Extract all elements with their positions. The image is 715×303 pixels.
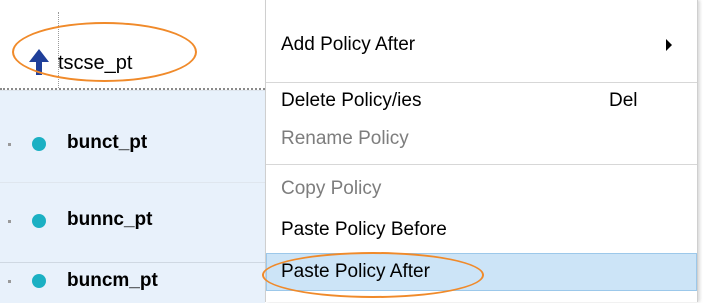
- menu-item-label: Paste Policy Before: [281, 219, 447, 240]
- menu-item-label: Rename Policy: [281, 128, 409, 149]
- menu-item-label: Paste Policy After: [281, 261, 430, 282]
- policy-row[interactable]: bunnc_pt: [0, 182, 265, 263]
- tree-connector: [8, 220, 11, 223]
- policy-name: buncm_pt: [67, 270, 158, 291]
- menu-item-delete-policy[interactable]: Delete Policy/ies Del: [266, 83, 697, 119]
- policy-name: tscse_pt: [58, 52, 133, 74]
- menu-item-add-policy-after[interactable]: Add Policy After: [266, 0, 697, 82]
- policy-name: bunnc_pt: [67, 209, 153, 230]
- submenu-arrow-icon: [666, 39, 672, 51]
- up-arrow-icon: [29, 49, 49, 75]
- menu-item-label: Add Policy After: [281, 34, 416, 55]
- policy-row-selected[interactable]: tscse_pt: [0, 12, 265, 90]
- menu-item-copy-policy[interactable]: Copy Policy: [266, 165, 697, 209]
- policy-name: bunct_pt: [67, 132, 148, 153]
- status-dot-icon: [32, 214, 46, 228]
- menu-item-paste-policy-after[interactable]: Paste Policy After: [266, 253, 697, 291]
- tree-connector: [8, 143, 11, 146]
- menu-item-paste-policy-before[interactable]: Paste Policy Before: [266, 209, 697, 253]
- policy-list: tscse_pt bunct_pt bunnc_pt buncm_pt: [0, 0, 265, 303]
- context-menu: Add Policy After Delete Policy/ies Del R…: [265, 0, 698, 302]
- menu-item-rename-policy[interactable]: Rename Policy: [266, 119, 697, 163]
- policy-row[interactable]: buncm_pt: [0, 262, 265, 303]
- status-dot-icon: [32, 137, 46, 151]
- menu-item-label: Delete Policy/ies: [281, 90, 422, 111]
- policy-row[interactable]: bunct_pt: [0, 90, 265, 183]
- menu-item-shortcut: Del: [609, 90, 638, 111]
- menu-item-label: Copy Policy: [281, 178, 382, 199]
- tree-connector: [8, 280, 11, 283]
- status-dot-icon: [32, 274, 46, 288]
